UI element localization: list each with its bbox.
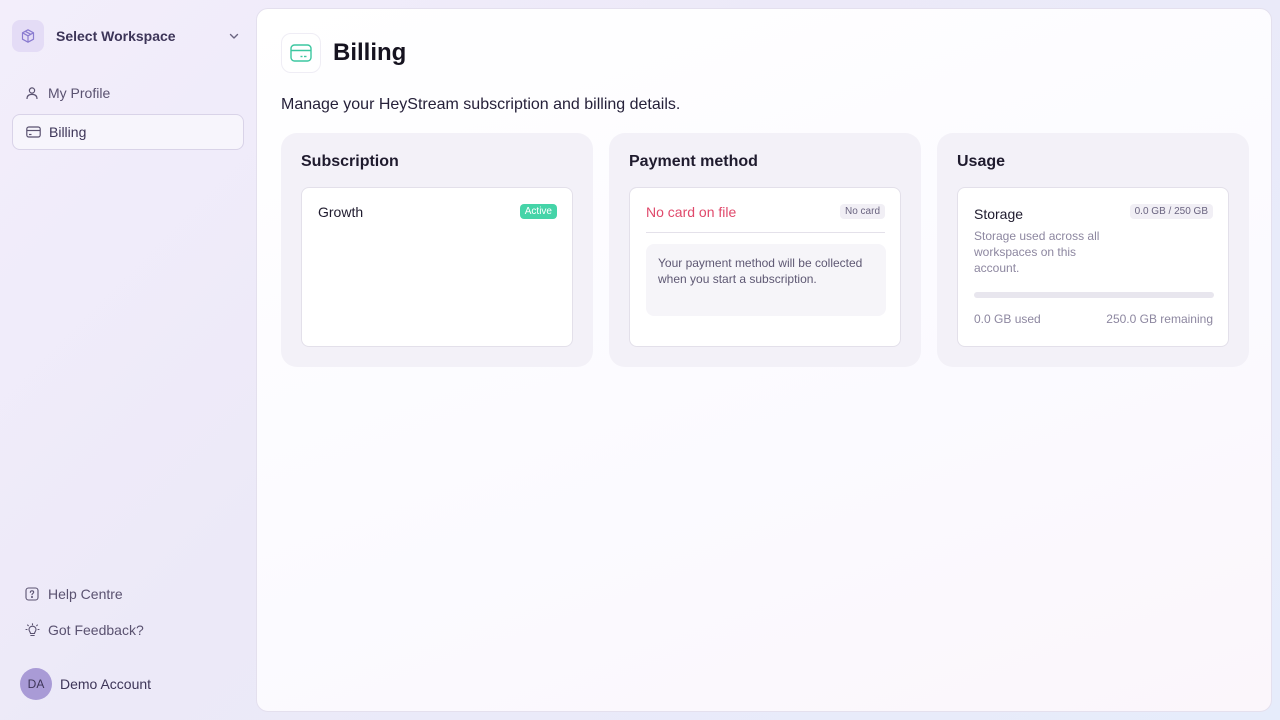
cube-icon [12,20,44,52]
sidebar-item-help-centre[interactable]: Help Centre [12,576,244,612]
storage-used: 0.0 GB used [974,312,1041,326]
payment-panel: No card on file No card Your payment met… [629,187,901,347]
storage-quota-badge: 0.0 GB / 250 GB [1129,204,1213,219]
plan-panel: Growth Active [301,187,573,347]
payment-note: Your payment method will be collected wh… [646,244,886,316]
divider [646,232,885,233]
main-panel: Billing Manage your HeyStream subscripti… [256,8,1272,712]
account-name: Demo Account [60,676,152,692]
sidebar-item-label: Got Feedback? [48,622,144,638]
payment-status: No card on file [646,204,737,220]
payment-method-card: Payment method No card on file No card Y… [609,133,921,367]
page-subtitle: Manage your HeyStream subscription and b… [281,96,681,113]
lightbulb-icon [24,622,40,638]
storage-panel: Storage 0.0 GB / 250 GB Storage used acr… [957,187,1229,347]
plan-name: Growth [318,204,364,220]
storage-description: Storage used across all workspaces on th… [974,229,1100,275]
sidebar-item-feedback[interactable]: Got Feedback? [12,612,244,648]
sidebar-item-label: Billing [49,124,87,140]
usage-card: Usage Storage 0.0 GB / 250 GB Storage us… [937,133,1249,367]
card-title: Subscription [301,153,399,170]
sidebar-item-my-profile[interactable]: My Profile [12,75,244,111]
help-icon [24,586,40,602]
credit-card-icon [25,124,41,140]
user-icon [24,85,40,101]
sidebar: Select Workspace My Profile Billing Help… [0,0,256,720]
credit-card-icon [281,33,321,73]
sidebar-item-label: Help Centre [48,586,123,602]
storage-progress-bar [974,292,1214,298]
page-title: Billing [333,39,407,66]
page-header: Billing [281,33,406,73]
card-title: Payment method [629,153,758,170]
chevron-down-icon[interactable] [226,28,242,44]
workspace-selector[interactable]: Select Workspace [12,20,244,52]
storage-title: Storage [974,206,1024,222]
subscription-card: Subscription Growth Active [281,133,593,367]
workspace-label: Select Workspace [56,28,176,44]
sidebar-item-label: My Profile [48,85,111,101]
no-card-badge: No card [839,204,885,219]
avatar: DA [20,668,52,700]
storage-remaining: 250.0 GB remaining [1106,312,1213,326]
status-badge: Active [519,204,557,219]
account-menu[interactable]: DA Demo Account [20,668,151,700]
sidebar-item-billing[interactable]: Billing [12,114,244,150]
card-title: Usage [957,153,1006,170]
